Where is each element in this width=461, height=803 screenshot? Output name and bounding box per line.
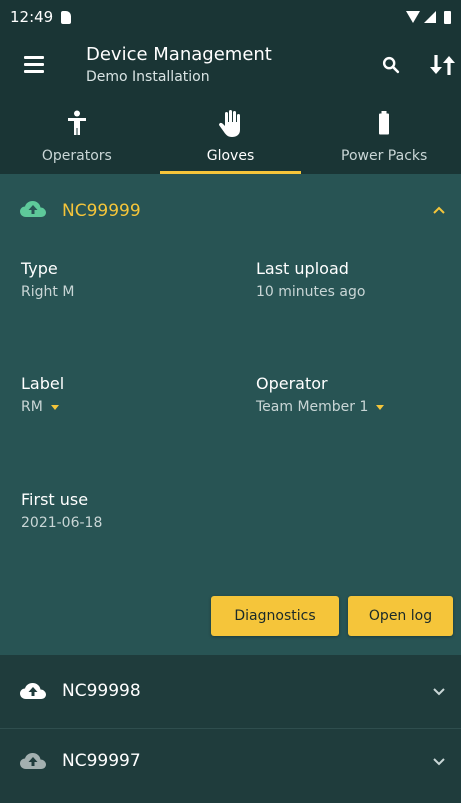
first-use-value: 2021-06-18 [21,515,103,531]
operator-value: Team Member 1 [256,399,369,415]
device-id: NC99997 [62,751,141,771]
tab-label-gloves: Gloves [206,148,255,164]
tab-operators[interactable]: Operators [0,100,154,174]
type-label: Type [21,259,58,278]
status-time: 12:49 [10,8,54,26]
device-card-header[interactable]: NC99999 [0,174,461,246]
type-value: Right M [21,284,75,300]
sim-card-icon [61,10,72,24]
device-id: NC99999 [62,201,141,221]
last-upload-label: Last upload [256,259,349,278]
dropdown-arrow-icon [376,404,385,410]
open-log-button[interactable]: Open log [348,596,453,636]
menu-icon[interactable] [24,56,44,74]
tab-bar: Operators Gloves Power Packs [0,100,461,174]
page-subtitle: Demo Installation [86,69,210,85]
page-title: Device Management [86,44,272,65]
operator-dropdown[interactable]: Team Member 1 [256,399,385,415]
first-use-label: First use [21,490,89,509]
wifi-icon [406,11,420,23]
battery-status-icon [444,10,451,24]
hand-icon [218,110,240,137]
tab-power-packs[interactable]: Power Packs [307,100,461,174]
device-card-expanded: NC99999 Type Right M Last upload 10 minu… [0,174,461,655]
tab-gloves[interactable]: Gloves [154,100,308,174]
tab-label-operators: Operators [41,148,112,164]
diagnostics-button[interactable]: Diagnostics [211,596,339,636]
chevron-down-icon[interactable] [432,756,446,766]
cloud-upload-icon [20,201,46,217]
dropdown-arrow-icon [50,404,59,410]
app-bar: Device Management Demo Installation [0,34,461,100]
person-icon [67,110,86,135]
device-card-collapsed[interactable]: NC99997 [0,729,461,802]
label-value: RM [21,399,43,415]
chevron-down-icon[interactable] [432,686,446,696]
label-label: Label [21,374,65,393]
last-upload-value: 10 minutes ago [256,284,366,300]
tab-label-power-packs: Power Packs [341,148,428,164]
status-icons [406,10,451,24]
cloud-upload-icon [20,683,46,699]
device-id: NC99998 [62,681,141,701]
signal-icon [424,11,436,23]
battery-icon [379,111,390,135]
label-dropdown[interactable]: RM [21,399,59,415]
sort-icon[interactable] [428,52,458,78]
search-icon[interactable] [380,54,402,76]
chevron-up-icon[interactable] [432,205,446,215]
operator-label: Operator [256,374,328,393]
device-card-collapsed[interactable]: NC99998 [0,655,461,728]
status-bar: 12:49 [0,0,461,34]
cloud-upload-icon [20,753,46,769]
